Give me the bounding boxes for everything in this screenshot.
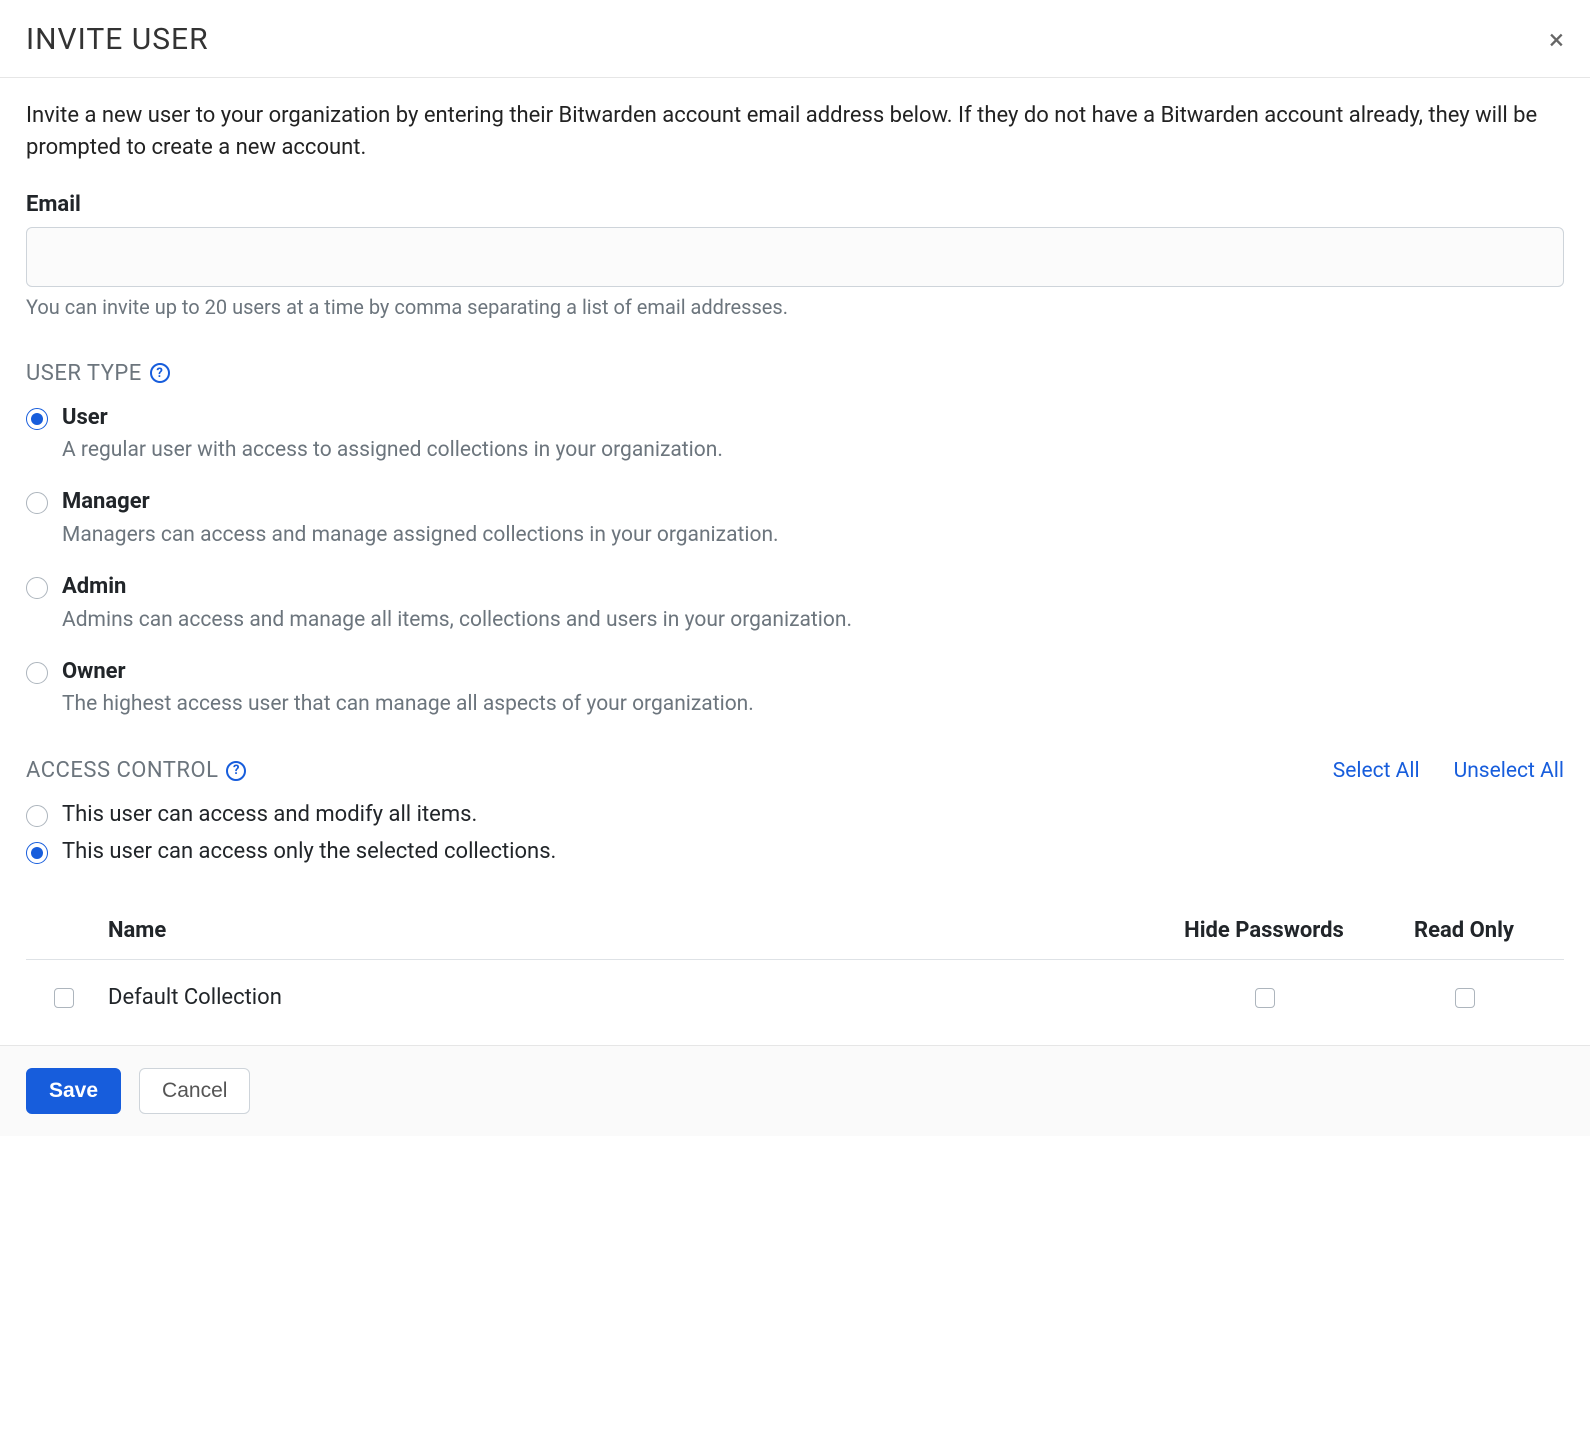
access-option-selected[interactable]: This user can access only the selected c… xyxy=(26,838,1564,867)
user-type-heading-text: USER TYPE xyxy=(26,361,142,386)
user-type-label: User xyxy=(62,404,723,433)
select-all-link[interactable]: Select All xyxy=(1333,759,1420,783)
access-option-all[interactable]: This user can access and modify all item… xyxy=(26,801,1564,830)
modal-footer: Save Cancel xyxy=(0,1045,1590,1136)
access-option-label: This user can access and modify all item… xyxy=(62,801,477,830)
email-label: Email xyxy=(26,192,1564,217)
user-type-desc: The highest access user that can manage … xyxy=(62,692,754,716)
close-icon[interactable]: × xyxy=(1549,26,1564,54)
help-icon[interactable]: ? xyxy=(150,363,170,383)
access-control-heading: ACCESS CONTROL ? xyxy=(26,758,246,783)
radio-owner[interactable] xyxy=(26,662,48,684)
modal-body: Invite a new user to your organization b… xyxy=(0,78,1590,1045)
column-header-read-only: Read Only xyxy=(1364,908,1564,960)
modal-title: INVITE USER xyxy=(26,22,209,57)
table-row: Default Collection xyxy=(26,960,1564,1035)
access-control-header: ACCESS CONTROL ? Select All Unselect All xyxy=(26,758,1564,783)
user-type-option-manager[interactable]: Manager Managers can access and manage a… xyxy=(26,488,1564,547)
invite-user-modal: INVITE USER × Invite a new user to your … xyxy=(0,0,1590,1136)
cancel-button[interactable]: Cancel xyxy=(139,1068,250,1114)
intro-text: Invite a new user to your organization b… xyxy=(26,100,1564,164)
user-type-option-user[interactable]: User A regular user with access to assig… xyxy=(26,404,1564,463)
radio-user[interactable] xyxy=(26,408,48,430)
user-type-heading: USER TYPE ? xyxy=(26,361,1564,386)
radio-access-selected[interactable] xyxy=(26,842,48,864)
email-hint: You can invite up to 20 users at a time … xyxy=(26,295,1564,319)
user-type-label: Manager xyxy=(62,488,779,517)
user-type-option-admin[interactable]: Admin Admins can access and manage all i… xyxy=(26,573,1564,632)
modal-header: INVITE USER × xyxy=(0,0,1590,78)
user-type-desc: Managers can access and manage assigned … xyxy=(62,523,779,547)
collection-name: Default Collection xyxy=(100,960,1164,1035)
row-select-checkbox[interactable] xyxy=(54,988,74,1008)
user-type-label: Owner xyxy=(62,658,754,687)
access-control-heading-text: ACCESS CONTROL xyxy=(26,758,218,783)
radio-access-all[interactable] xyxy=(26,805,48,827)
column-header-name: Name xyxy=(100,908,1164,960)
user-type-options: User A regular user with access to assig… xyxy=(26,404,1564,716)
access-links: Select All Unselect All xyxy=(1333,759,1564,783)
access-control-options: This user can access and modify all item… xyxy=(26,801,1564,866)
user-type-option-owner[interactable]: Owner The highest access user that can m… xyxy=(26,658,1564,717)
email-input[interactable] xyxy=(26,227,1564,287)
user-type-label: Admin xyxy=(62,573,852,602)
help-icon[interactable]: ? xyxy=(226,761,246,781)
column-header-hide-passwords: Hide Passwords xyxy=(1164,908,1364,960)
radio-manager[interactable] xyxy=(26,492,48,514)
column-header-check xyxy=(26,908,100,960)
hide-passwords-checkbox[interactable] xyxy=(1255,988,1275,1008)
access-option-label: This user can access only the selected c… xyxy=(62,838,556,867)
user-type-desc: Admins can access and manage all items, … xyxy=(62,608,852,632)
save-button[interactable]: Save xyxy=(26,1068,121,1114)
radio-admin[interactable] xyxy=(26,577,48,599)
user-type-desc: A regular user with access to assigned c… xyxy=(62,438,723,462)
collections-table: Name Hide Passwords Read Only Default Co… xyxy=(26,908,1564,1034)
read-only-checkbox[interactable] xyxy=(1455,988,1475,1008)
unselect-all-link[interactable]: Unselect All xyxy=(1454,759,1564,783)
